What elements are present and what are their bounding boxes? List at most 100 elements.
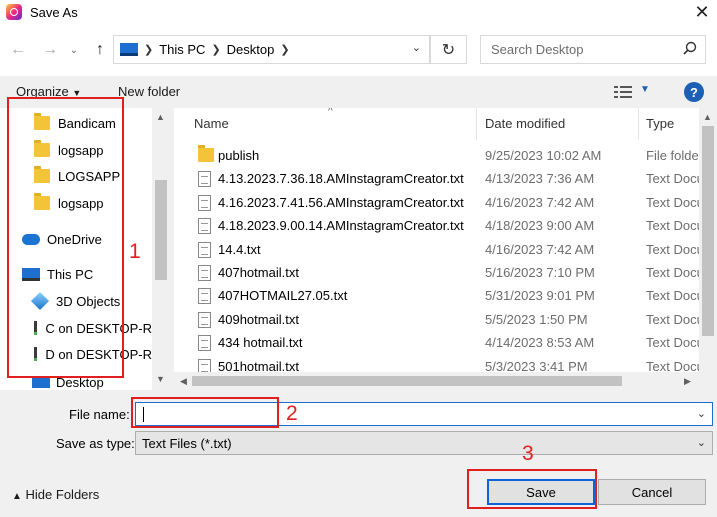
annotation-number-1: 1 bbox=[129, 240, 141, 263]
scroll-up-arrow-icon[interactable]: ▲ bbox=[703, 112, 712, 122]
table-row[interactable]: 14.4.txt 4/16/2023 7:42 AM Text Docu bbox=[174, 238, 704, 261]
file-name-cell: 407HOTMAIL27.05.txt bbox=[218, 288, 348, 304]
table-row[interactable]: 4.18.2023.9.00.14.AMInstagramCreator.txt… bbox=[174, 214, 704, 237]
save-as-type-select[interactable]: Text Files (*.txt) ⌄ bbox=[135, 431, 713, 455]
table-row[interactable]: 434 hotmail.txt 4/14/2023 8:53 AM Text Doc… bbox=[174, 331, 704, 354]
chevron-down-icon[interactable]: ⌄ bbox=[412, 41, 421, 54]
view-options-icon[interactable] bbox=[614, 85, 632, 99]
instagram-app-icon bbox=[6, 4, 22, 20]
table-row[interactable]: publish 9/25/2023 10:02 AM File folde bbox=[174, 144, 699, 167]
file-list-pane: ^ Name Date modified Type publish 9/25/20… bbox=[174, 108, 717, 390]
file-type-cell: Text Docu bbox=[646, 335, 704, 351]
column-date-modified[interactable]: Date modified bbox=[485, 116, 565, 131]
file-date-cell: 4/18/2023 9:00 AM bbox=[485, 218, 595, 234]
cancel-button[interactable]: Cancel bbox=[598, 479, 706, 505]
table-row[interactable]: 407hotmail.txt 5/16/2023 7:10 PM Text Docu bbox=[174, 261, 704, 284]
text-file-icon bbox=[198, 218, 211, 235]
file-type-cell: Text Docu bbox=[646, 311, 704, 327]
help-icon[interactable]: ? bbox=[684, 82, 704, 102]
column-type[interactable]: Type bbox=[646, 116, 674, 131]
table-row[interactable]: 409hotmail.txt 5/5/2023 1:50 PM Text Docu bbox=[174, 308, 704, 331]
column-divider[interactable] bbox=[638, 108, 639, 140]
file-type-cell: Text Docu bbox=[646, 218, 704, 234]
table-row[interactable]: 4.16.2023.7.41.56.AMInstagramCreator.txt… bbox=[174, 191, 704, 214]
file-date-cell: 4/16/2023 7:42 AM bbox=[485, 241, 595, 257]
chevron-right-icon: ❯ bbox=[280, 44, 290, 56]
text-file-icon bbox=[198, 194, 211, 211]
file-type-cell: File folde bbox=[646, 148, 699, 163]
scroll-down-arrow-icon[interactable]: ▼ bbox=[156, 374, 165, 384]
new-folder-button[interactable]: New folder bbox=[118, 84, 180, 99]
text-file-icon bbox=[198, 265, 211, 281]
file-date-cell: 9/25/2023 10:02 AM bbox=[485, 148, 602, 163]
table-row[interactable]: 4.13.2023.7.36.18.AMInstagramCreator.txt… bbox=[174, 167, 704, 190]
column-divider[interactable] bbox=[476, 108, 477, 140]
hide-folders-button[interactable]: ▲ Hide Folders bbox=[12, 487, 99, 502]
annotation-number-2: 2 bbox=[286, 402, 298, 425]
file-date-cell: 5/31/2023 9:01 PM bbox=[485, 288, 595, 304]
caret-up-icon: ▲ bbox=[12, 491, 22, 502]
close-icon[interactable]: ✕ bbox=[687, 0, 717, 24]
file-name-cell: publish bbox=[218, 148, 260, 163]
nav-scrollbar[interactable]: ▲ ▼ bbox=[152, 108, 170, 390]
text-file-icon bbox=[198, 335, 211, 352]
file-date-cell: 4/14/2023 8:53 AM bbox=[485, 335, 595, 351]
sort-ascending-icon: ^ bbox=[328, 108, 333, 117]
file-date-cell: 5/5/2023 1:50 PM bbox=[485, 311, 588, 327]
file-type-cell: Text Docu bbox=[646, 171, 704, 187]
chevron-down-icon[interactable]: ⌄ bbox=[697, 407, 706, 420]
folder-icon bbox=[198, 145, 214, 162]
file-type-cell: Text Docu bbox=[646, 265, 704, 280]
annotation-box-filename bbox=[131, 397, 279, 428]
scroll-left-arrow-icon[interactable]: ◀ bbox=[180, 376, 187, 387]
chevron-right-icon: ❯ bbox=[211, 44, 221, 56]
file-name-cell: 4.13.2023.7.36.18.AMInstagramCreator.txt bbox=[218, 171, 464, 187]
file-date-cell: 5/16/2023 7:10 PM bbox=[485, 265, 595, 280]
view-dropdown-icon[interactable]: ▼ bbox=[640, 84, 650, 95]
file-name-cell: 4.16.2023.7.41.56.AMInstagramCreator.txt bbox=[218, 194, 464, 210]
breadcrumb-this-pc[interactable]: This PC bbox=[159, 42, 205, 57]
annotation-number-3: 3 bbox=[522, 442, 534, 465]
recent-dropdown-icon[interactable]: ⌄ bbox=[62, 38, 86, 62]
address-bar[interactable]: ❯ This PC ❯ Desktop ❯ ⌄ bbox=[113, 35, 430, 64]
file-vertical-scroll-thumb[interactable] bbox=[702, 126, 714, 336]
text-file-icon bbox=[198, 288, 211, 305]
file-name-cell: 4.18.2023.9.00.14.AMInstagramCreator.txt bbox=[218, 218, 464, 234]
file-horizontal-scrollbar[interactable]: ◀ ▶ bbox=[174, 372, 717, 390]
chevron-down-icon[interactable]: ⌄ bbox=[697, 436, 706, 449]
file-name-cell: 434 hotmail.txt bbox=[218, 335, 303, 351]
text-file-icon bbox=[198, 241, 211, 258]
window-title: Save As bbox=[30, 4, 78, 20]
breadcrumb-desktop[interactable]: Desktop bbox=[227, 42, 275, 57]
this-pc-icon bbox=[120, 43, 138, 56]
file-type-cell: Text Docu bbox=[646, 288, 704, 304]
search-placeholder: Search Desktop bbox=[491, 42, 584, 57]
file-name-cell: 407hotmail.txt bbox=[218, 265, 299, 280]
scroll-right-arrow-icon[interactable]: ▶ bbox=[684, 376, 691, 387]
file-name-label: File name: bbox=[69, 407, 130, 422]
scroll-up-arrow-icon[interactable]: ▲ bbox=[156, 112, 165, 122]
address-row: ← → ⌄ ↑ ❯ This PC ❯ Desktop ❯ ⌄ ↻ Search… bbox=[0, 24, 717, 76]
up-arrow-icon[interactable]: ↑ bbox=[88, 38, 112, 62]
save-as-type-label: Save as type: bbox=[56, 436, 135, 451]
text-file-icon bbox=[198, 171, 211, 188]
file-type-cell: Text Docu bbox=[646, 241, 704, 257]
title-bar: Save As ✕ bbox=[0, 0, 717, 24]
back-arrow-icon[interactable]: ← bbox=[6, 38, 30, 62]
forward-arrow-icon[interactable]: → bbox=[38, 38, 62, 62]
table-row[interactable]: 407HOTMAIL27.05.txt 5/31/2023 9:01 PM Text… bbox=[174, 284, 704, 307]
file-horizontal-scroll-thumb[interactable] bbox=[192, 376, 622, 386]
file-type-cell: Text Docu bbox=[646, 194, 704, 210]
file-name-cell: 409hotmail.txt bbox=[218, 311, 299, 327]
text-file-icon bbox=[198, 311, 211, 328]
search-input[interactable]: Search Desktop bbox=[480, 35, 706, 64]
refresh-icon[interactable]: ↻ bbox=[430, 35, 467, 64]
file-date-cell: 4/13/2023 7:36 AM bbox=[485, 171, 595, 187]
annotation-box-nav bbox=[7, 97, 124, 378]
nav-scroll-thumb[interactable] bbox=[155, 180, 167, 280]
column-name[interactable]: Name bbox=[194, 116, 229, 131]
annotation-box-save bbox=[467, 469, 597, 509]
file-vertical-scrollbar[interactable]: ▲ bbox=[699, 108, 717, 372]
chevron-right-icon: ❯ bbox=[144, 44, 154, 56]
file-date-cell: 4/16/2023 7:42 AM bbox=[485, 194, 595, 210]
